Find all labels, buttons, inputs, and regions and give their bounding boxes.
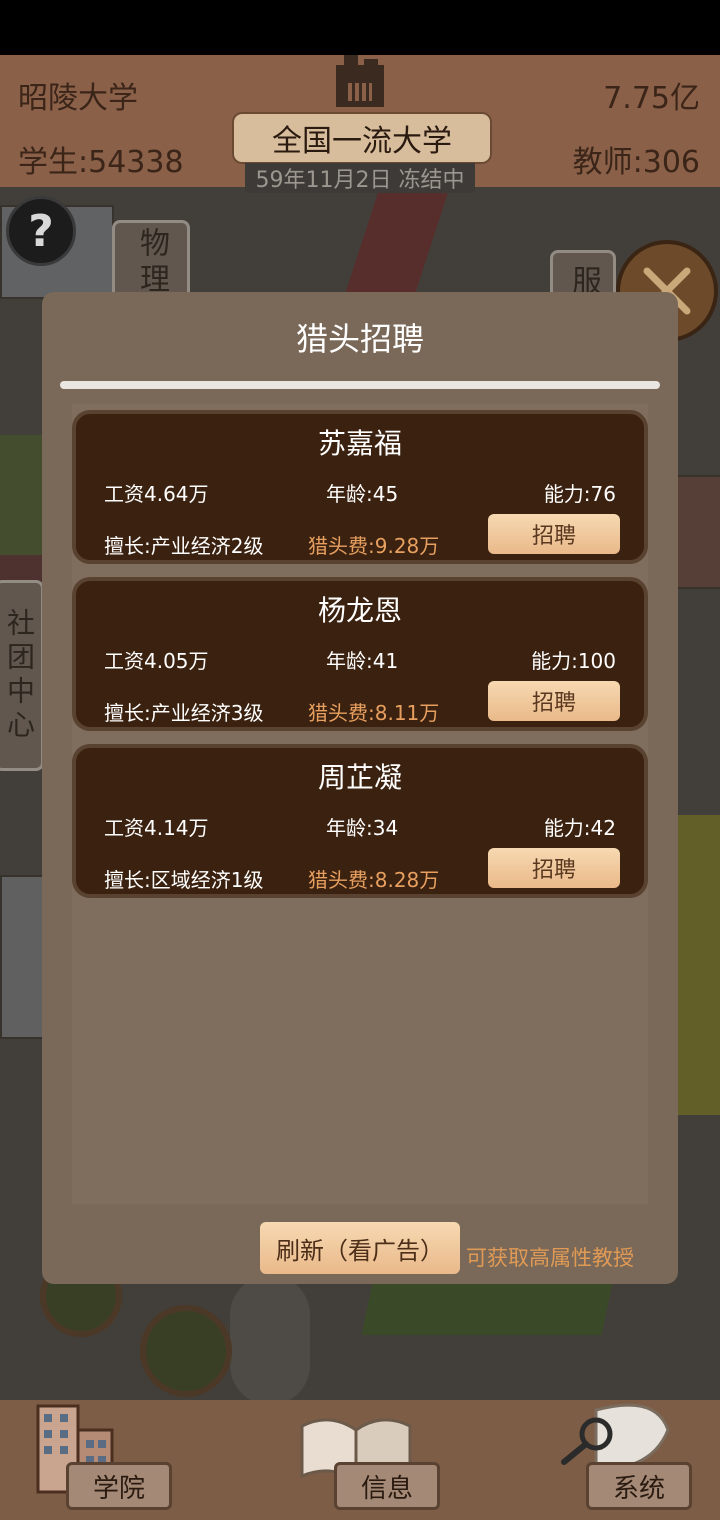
- candidate-skill: 擅长:产业经济2级: [104, 534, 264, 558]
- candidate-ability: 能力:42: [543, 816, 616, 840]
- candidate-salary: 工资4.05万: [104, 649, 209, 673]
- candidate-age: 年龄:34: [326, 816, 399, 840]
- nav-system[interactable]: 系统: [586, 1462, 692, 1510]
- candidate-skill: 擅长:区域经济1级: [104, 868, 264, 892]
- university-building-icon: [330, 55, 390, 110]
- game-date-status: 59年11月2日 冻结中: [245, 163, 475, 193]
- school-name: 昭陵大学: [18, 81, 138, 116]
- bottom-nav: 学院 信息 系统: [0, 1400, 720, 1520]
- nav-info[interactable]: 信息: [334, 1462, 440, 1510]
- candidate-age: 年龄:41: [326, 649, 399, 673]
- candidate-salary: 工资4.64万: [104, 482, 209, 506]
- candidate-fee: 猎头费:8.11万: [308, 701, 440, 725]
- headhunter-dialog: 猎头招聘 苏嘉福 工资4.64万 年龄:45 能力:76 擅长:产业经济2级 猎…: [42, 292, 678, 1284]
- student-count: 学生:54338: [18, 145, 184, 180]
- candidate-card: 苏嘉福 工资4.64万 年龄:45 能力:76 擅长:产业经济2级 猎头费:9.…: [72, 410, 648, 564]
- hire-button[interactable]: 招聘: [488, 681, 620, 721]
- status-bar: [0, 0, 720, 55]
- hire-button[interactable]: 招聘: [488, 848, 620, 888]
- hire-button[interactable]: 招聘: [488, 514, 620, 554]
- nav-college[interactable]: 学院: [66, 1462, 172, 1510]
- dialog-title: 猎头招聘: [295, 320, 424, 358]
- candidate-skill: 擅长:产业经济3级: [104, 701, 264, 725]
- candidate-fee: 猎头费:9.28万: [308, 534, 440, 558]
- university-rank-banner: 全国一流大学: [232, 112, 492, 164]
- candidate-name: 周芷凝: [317, 761, 402, 794]
- candidate-card: 杨龙恩 工资4.05万 年龄:41 能力:100 擅长:产业经济3级 猎头费:8…: [72, 577, 648, 731]
- refresh-hint: 可获取高属性教授: [466, 1246, 634, 1270]
- candidate-name: 杨龙恩: [317, 594, 402, 627]
- candidate-age: 年龄:45: [326, 482, 399, 506]
- money-display: 7.75亿: [603, 81, 700, 116]
- title-divider: [60, 381, 660, 389]
- candidate-salary: 工资4.14万: [104, 816, 209, 840]
- teacher-count: 教师:306: [572, 145, 700, 180]
- candidate-card: 周芷凝 工资4.14万 年龄:34 能力:42 擅长:区域经济1级 猎头费:8.…: [72, 744, 648, 898]
- candidate-ability: 能力:76: [543, 482, 616, 506]
- candidate-name: 苏嘉福: [317, 427, 402, 460]
- candidate-fee: 猎头费:8.28万: [308, 868, 440, 892]
- help-icon[interactable]: ?: [6, 196, 76, 266]
- candidate-ability: 能力:100: [531, 649, 616, 673]
- refresh-ad-button[interactable]: 刷新（看广告）: [260, 1222, 460, 1274]
